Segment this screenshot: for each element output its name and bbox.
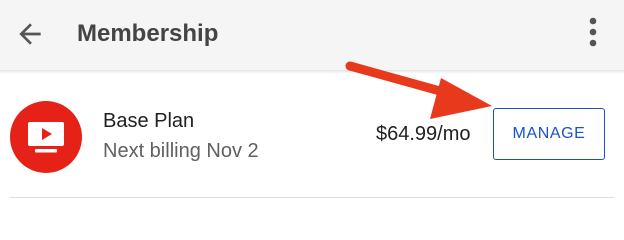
back-button[interactable] (10, 14, 50, 54)
next-billing-date: Next billing Nov 2 (103, 140, 259, 162)
plan-logo (10, 101, 82, 173)
more-options-button[interactable] (576, 12, 610, 52)
app-bar-shadow (0, 70, 624, 74)
divider (10, 197, 614, 198)
page-title: Membership (77, 20, 219, 47)
plan-name: Base Plan (103, 110, 195, 132)
more-vert-icon (589, 17, 597, 47)
manage-button[interactable]: MANAGE (493, 108, 605, 160)
app-bar: Membership (0, 0, 624, 70)
plan-price: $64.99/mo (376, 123, 471, 145)
arrow-left-icon (19, 23, 41, 45)
youtube-tv-icon (28, 122, 64, 153)
